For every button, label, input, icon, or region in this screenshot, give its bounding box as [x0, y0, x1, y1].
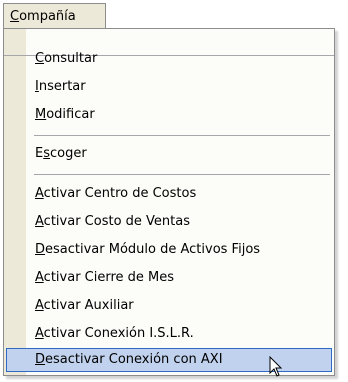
menu-item-label: Activar Conexión I.S.L.R. [35, 326, 194, 341]
menu-item-activar-auxiliar[interactable]: Activar Auxiliar [4, 294, 334, 318]
menu-item-desactivar-conexion-axi[interactable]: Desactivar Conexión con AXI [6, 348, 332, 372]
compania-dropdown-menu: Consultar Insertar Modificar Escoger Act… [3, 28, 335, 376]
menu-item-insertar[interactable]: Insertar [4, 75, 334, 99]
menu-item-label: Desactivar Módulo de Activos Fijos [35, 242, 261, 257]
menu-item-label: Activar Auxiliar [35, 298, 134, 313]
menu-item-desactivar-activos-fijos[interactable]: Desactivar Módulo de Activos Fijos [4, 238, 334, 262]
menu-item-label: Escoger [35, 146, 87, 161]
menu-item-label: Activar Cierre de Mes [35, 270, 175, 285]
menu-compania-tab[interactable]: Compañía [3, 3, 106, 29]
menu-compania-label: Compañía [10, 9, 76, 24]
arrow-cursor-icon [269, 356, 283, 377]
menu-item-activar-centro-de-costos[interactable]: Activar Centro de Costos [4, 182, 334, 206]
menu-item-label: Insertar [35, 79, 86, 94]
menu-item-activar-cierre-de-mes[interactable]: Activar Cierre de Mes [4, 266, 334, 290]
menu-item-activar-costo-de-ventas[interactable]: Activar Costo de Ventas [4, 210, 334, 234]
menu-item-label: Modificar [35, 107, 95, 122]
menu-item-escoger[interactable]: Escoger [4, 142, 334, 166]
menu-item-label: Desactivar Conexión con AXI [35, 352, 223, 367]
menu-separator [34, 135, 330, 136]
menu-item-label: Activar Centro de Costos [35, 186, 197, 201]
menu-item-modificar[interactable]: Modificar [4, 103, 334, 127]
menu-item-activar-conexion-islr[interactable]: Activar Conexión I.S.L.R. [4, 322, 334, 346]
menu-item-consultar[interactable]: Consultar [4, 47, 334, 71]
menu-item-label: Consultar [35, 51, 98, 66]
menu-item-label: Activar Costo de Ventas [35, 214, 190, 229]
menu-separator [34, 174, 330, 175]
